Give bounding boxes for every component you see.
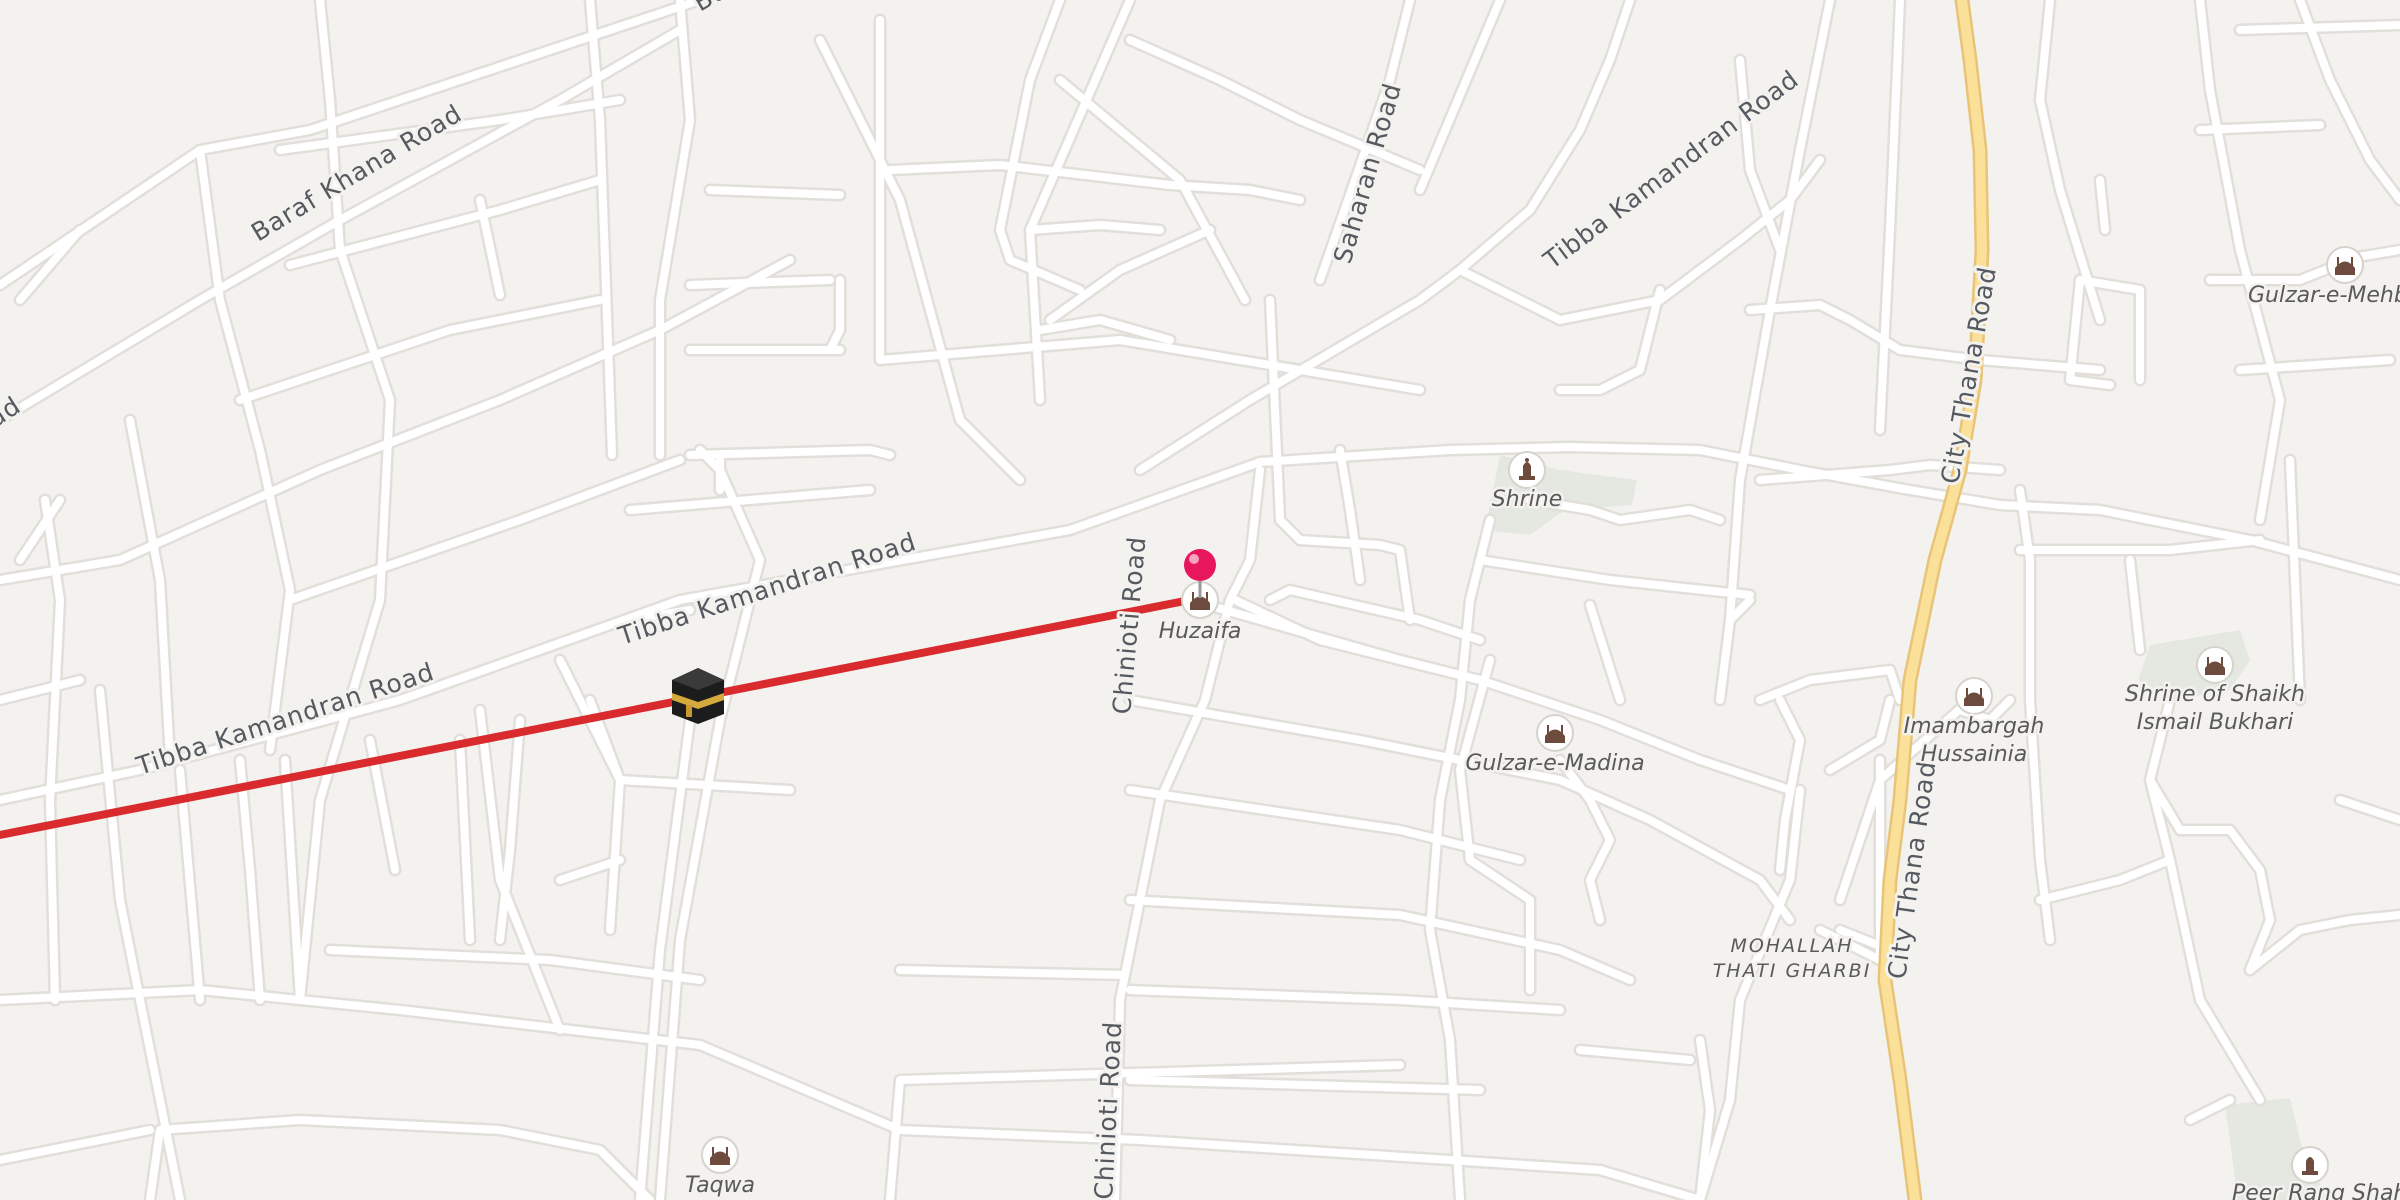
poi-label-gulzar-e-mehb: Gulzar-e-Mehb (2248, 283, 2400, 308)
mosque-icon (1536, 714, 1574, 752)
poi-label-huzaifa: Huzaifa (1159, 619, 1242, 644)
map-canvas[interactable]: Baraf Khana Road Tibba Kamandran Road Ti… (0, 0, 2400, 1200)
mosque-icon (2196, 646, 2234, 684)
mosque-icon (701, 1136, 739, 1174)
poi-label-shrine-of-shaikh: Shrine of Shaikh (2125, 682, 2305, 707)
mosque-icon (1955, 677, 1993, 715)
poi-label-gulzar-e-madina: Gulzar-e-Madina (1465, 751, 1644, 776)
shrine-icon (2291, 1146, 2329, 1184)
poi-label-hussainia: Hussainia (1921, 742, 2028, 767)
poi-label-shrine: Shrine (1492, 487, 1563, 512)
poi-label-imambargah: Imambargah (1904, 714, 2045, 739)
area-label-line2: THATI GHARBI (1713, 960, 1872, 982)
shrine-icon (1508, 451, 1546, 489)
mosque-icon (2326, 246, 2364, 284)
area-label-line1: MOHALLAH (1730, 935, 1853, 957)
poi-label-peer-rang-shah: Peer Rang Shah (2232, 1181, 2400, 1200)
kaaba-icon[interactable] (672, 668, 724, 724)
poi-label-ismail-bukhari: Ismail Bukhari (2137, 710, 2293, 735)
map-view[interactable]: Baraf Khana Road Tibba Kamandran Road Ti… (0, 0, 2400, 1200)
poi-label-taqwa: Taqwa (685, 1173, 755, 1198)
